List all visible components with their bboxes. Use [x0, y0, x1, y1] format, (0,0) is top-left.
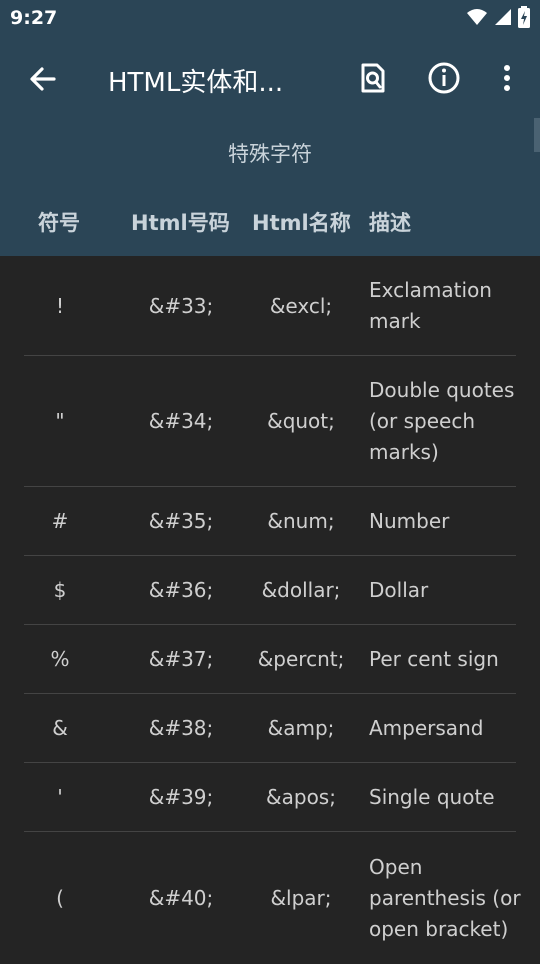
- more-vertical-icon: [490, 65, 524, 100]
- column-header-name: Html名称: [252, 211, 351, 235]
- number-cell: &#34;: [148, 409, 214, 433]
- name-cell: &apos;: [266, 785, 336, 809]
- table-row[interactable]: % &#37; &percnt; Per cent sign: [24, 625, 516, 694]
- name-cell: &num;: [267, 509, 335, 533]
- page-title: HTML实体和...: [108, 68, 284, 98]
- table-row[interactable]: ( &#40; &lpar; Open parenthesis (or open…: [24, 832, 520, 964]
- number-cell: &#40;: [148, 886, 214, 910]
- info-button[interactable]: [426, 60, 462, 96]
- name-cell: &dollar;: [261, 578, 341, 602]
- more-options-button[interactable]: [490, 60, 524, 96]
- symbol-cell: $: [53, 578, 67, 602]
- number-cell: &#39;: [148, 785, 214, 809]
- description-cell: Per cent sign: [369, 646, 499, 671]
- battery-charging-icon: [518, 6, 530, 32]
- symbol-cell: ": [55, 409, 65, 433]
- description-cell: Number: [369, 508, 450, 533]
- toolbar: HTML实体和...: [0, 44, 540, 114]
- app-header: 9:27 HTML实体和... 特殊字符 符号 Html号码 Html名称 描述: [0, 0, 540, 256]
- cell-signal-icon: [494, 7, 512, 31]
- description-cell: Dollar: [369, 577, 429, 602]
- column-header-description: 描述: [369, 211, 411, 235]
- table-row[interactable]: $ &#36; &dollar; Dollar: [24, 556, 516, 625]
- number-cell: &#35;: [148, 509, 214, 533]
- number-cell: &#36;: [148, 578, 214, 602]
- symbol-cell: ': [57, 785, 63, 809]
- number-cell: &#33;: [148, 293, 214, 318]
- table-row[interactable]: ! &#33; &excl; Exclamation mark: [24, 256, 516, 356]
- description-cell: Open parenthesis (or open bracket): [369, 854, 521, 941]
- status-time: 9:27: [10, 7, 58, 29]
- description-cell: Double quotes (or speech marks): [369, 377, 515, 464]
- back-button[interactable]: [24, 60, 62, 98]
- info-icon: [426, 62, 462, 100]
- wifi-icon: [466, 7, 488, 31]
- symbol-cell: &: [52, 716, 68, 740]
- status-bar: 9:27: [0, 0, 540, 36]
- search-document-button[interactable]: [354, 60, 390, 96]
- description-cell: Single quote: [369, 784, 495, 809]
- column-header-symbol: 符号: [38, 211, 80, 235]
- document-search-icon: [354, 63, 390, 100]
- name-cell: &excl;: [269, 293, 333, 318]
- description-cell: Exclamation mark: [369, 277, 492, 333]
- section-title: 特殊字符: [228, 142, 312, 166]
- symbol-cell: %: [50, 647, 70, 671]
- name-cell: &percnt;: [257, 647, 345, 671]
- scrollbar-thumb[interactable]: [534, 118, 540, 152]
- name-cell: &amp;: [267, 716, 335, 740]
- column-header-number: Html号码: [131, 211, 230, 235]
- number-cell: &#37;: [148, 647, 214, 671]
- symbol-cell: !: [55, 293, 65, 318]
- name-cell: &lpar;: [270, 886, 332, 910]
- name-cell: &quot;: [267, 409, 335, 433]
- description-cell: Ampersand: [369, 715, 484, 740]
- entity-table: ! &#33; &excl; Exclamation mark " &#34; …: [24, 256, 521, 964]
- number-cell: &#38;: [148, 716, 214, 740]
- symbol-cell: #: [51, 509, 69, 533]
- table-row[interactable]: " &#34; &quot; Double quotes (or speech …: [24, 356, 516, 487]
- table-row[interactable]: ' &#39; &apos; Single quote: [24, 763, 516, 832]
- status-icons: [466, 6, 530, 32]
- symbol-cell: (: [56, 886, 64, 910]
- table-row[interactable]: # &#35; &num; Number: [24, 487, 516, 556]
- arrow-back-icon: [24, 67, 62, 102]
- table-row[interactable]: & &#38; &amp; Ampersand: [24, 694, 516, 763]
